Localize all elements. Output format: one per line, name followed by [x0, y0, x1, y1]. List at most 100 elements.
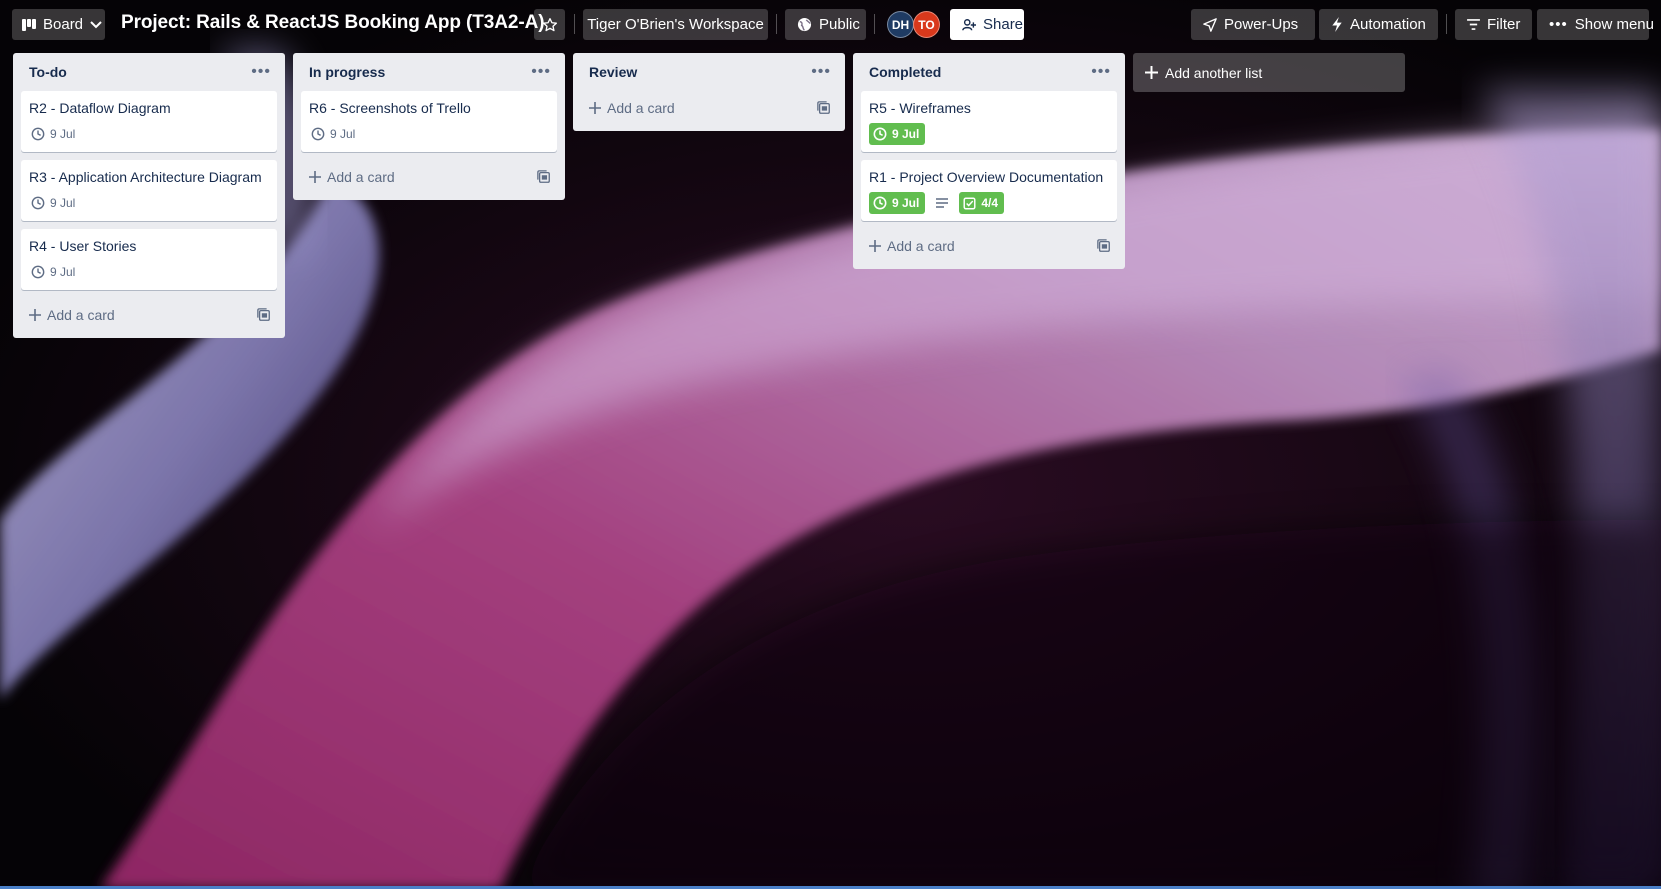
- card[interactable]: R1 - Project Overview Documentation 9 Ju…: [861, 160, 1117, 221]
- list-title[interactable]: To-do: [29, 64, 67, 80]
- show-menu-button[interactable]: ••• Show menu: [1537, 9, 1654, 40]
- filter-icon: [1467, 19, 1480, 30]
- list-to-do: To-do ••• R2 - Dataflow Diagram 9 Jul R3…: [13, 53, 285, 338]
- add-card-button[interactable]: Add a card: [309, 169, 395, 185]
- board-title[interactable]: Project: Rails & ReactJS Booking App (T3…: [121, 12, 545, 34]
- list-title[interactable]: Review: [589, 64, 637, 80]
- create-from-template-icon[interactable]: [257, 308, 271, 322]
- card[interactable]: R4 - User Stories 9 Jul: [21, 229, 277, 290]
- due-date: 9 Jul: [50, 196, 76, 210]
- due-date-complete-badge[interactable]: 9 Jul: [869, 123, 926, 145]
- list-title[interactable]: Completed: [869, 64, 941, 80]
- automation-button[interactable]: Automation: [1319, 9, 1438, 40]
- card[interactable]: R3 - Application Architecture Diagram 9 …: [21, 160, 277, 221]
- add-card-button[interactable]: Add a card: [869, 238, 955, 254]
- clock-icon: [873, 196, 887, 210]
- more-dots-icon: •••: [1549, 16, 1568, 33]
- description-icon: [936, 198, 949, 208]
- globe-icon: [797, 17, 812, 32]
- add-card-label: Add a card: [327, 169, 395, 185]
- power-ups-button[interactable]: Power-Ups: [1191, 9, 1315, 40]
- add-another-list-button[interactable]: Add another list: [1133, 53, 1405, 92]
- list-menu-icon[interactable]: •••: [1091, 64, 1111, 80]
- filter-button[interactable]: Filter: [1455, 9, 1532, 40]
- list-menu-icon[interactable]: •••: [531, 64, 551, 80]
- add-card-row: Add a card: [301, 160, 557, 194]
- card-badges: 9 Jul: [29, 260, 269, 284]
- plus-icon: [1145, 66, 1158, 79]
- clock-icon: [311, 127, 325, 141]
- card-title: R3 - Application Architecture Diagram: [29, 169, 262, 185]
- board-view-icon: [22, 18, 36, 31]
- list-header: Completed •••: [861, 53, 1117, 91]
- plus-icon: [29, 309, 41, 321]
- star-icon: [542, 17, 557, 31]
- rocket-icon: [1203, 17, 1217, 32]
- board-view-switcher[interactable]: Board: [12, 9, 105, 40]
- add-card-button[interactable]: Add a card: [589, 100, 675, 116]
- plus-icon: [309, 171, 321, 183]
- card-badges: 9 Jul: [29, 122, 269, 146]
- board-view-label: Board: [43, 16, 84, 33]
- list-menu-icon[interactable]: •••: [251, 64, 271, 80]
- due-date: 9 Jul: [330, 127, 356, 141]
- board-header: Board Project: Rails & ReactJS Booking A…: [0, 0, 1661, 50]
- list-menu-icon[interactable]: •••: [811, 64, 831, 80]
- star-button[interactable]: [534, 9, 565, 40]
- add-card-label: Add a card: [607, 100, 675, 116]
- list-header: In progress •••: [301, 53, 557, 91]
- checkbox-icon: [963, 196, 976, 210]
- create-from-template-icon[interactable]: [1097, 239, 1111, 253]
- card-title: R1 - Project Overview Documentation: [869, 169, 1104, 185]
- create-from-template-icon[interactable]: [537, 170, 551, 184]
- clock-icon: [31, 265, 45, 279]
- card-title: R4 - User Stories: [29, 238, 137, 254]
- due-date-badge[interactable]: 9 Jul: [29, 192, 77, 214]
- list-title[interactable]: In progress: [309, 64, 385, 80]
- list-completed: Completed ••• R5 - Wireframes 9 Jul R1 -…: [853, 53, 1125, 269]
- list-review: Review ••• Add a card: [573, 53, 845, 131]
- card[interactable]: R5 - Wireframes 9 Jul: [861, 91, 1117, 152]
- power-ups-label: Power-Ups: [1224, 16, 1299, 33]
- share-button[interactable]: Share: [950, 9, 1024, 40]
- filter-label: Filter: [1487, 16, 1521, 33]
- header-divider: [574, 14, 575, 34]
- member-avatar[interactable]: TO: [913, 11, 940, 38]
- add-card-label: Add a card: [887, 238, 955, 254]
- card-badges: 9 Jul: [869, 122, 1109, 146]
- add-card-row: Add a card: [581, 91, 837, 125]
- workspace-button[interactable]: Tiger O'Brien's Workspace: [583, 9, 768, 40]
- card[interactable]: R2 - Dataflow Diagram 9 Jul: [21, 91, 277, 152]
- share-label: Share: [983, 16, 1024, 33]
- create-from-template-icon[interactable]: [817, 101, 831, 115]
- clock-icon: [873, 127, 887, 141]
- due-date-badge[interactable]: 9 Jul: [29, 261, 77, 283]
- header-divider: [1446, 14, 1447, 34]
- clock-icon: [31, 127, 45, 141]
- due-date-complete-badge[interactable]: 9 Jul: [869, 192, 926, 214]
- list-header: Review •••: [581, 53, 837, 91]
- clock-icon: [31, 196, 45, 210]
- add-card-row: Add a card: [861, 229, 1117, 263]
- visibility-button[interactable]: Public: [785, 9, 866, 40]
- due-date-badge[interactable]: 9 Jul: [309, 123, 357, 145]
- member-avatar[interactable]: DH: [887, 11, 914, 38]
- plus-icon: [589, 102, 601, 114]
- show-menu-label: Show menu: [1574, 16, 1654, 33]
- visibility-label: Public: [819, 16, 860, 33]
- due-date-badge[interactable]: 9 Jul: [29, 123, 77, 145]
- card-title: R2 - Dataflow Diagram: [29, 100, 171, 116]
- add-card-button[interactable]: Add a card: [29, 307, 115, 323]
- card-badges: 9 Jul: [29, 191, 269, 215]
- due-date: 9 Jul: [50, 127, 76, 141]
- due-date: 9 Jul: [892, 196, 920, 210]
- plus-icon: [869, 240, 881, 252]
- list-in-progress: In progress ••• R6 - Screenshots of Trel…: [293, 53, 565, 200]
- card-badges: 9 Jul 4/4: [869, 191, 1109, 215]
- add-card-label: Add a card: [47, 307, 115, 323]
- card[interactable]: R6 - Screenshots of Trello 9 Jul: [301, 91, 557, 152]
- list-header: To-do •••: [21, 53, 277, 91]
- card-title: R5 - Wireframes: [869, 100, 971, 116]
- chevron-down-icon: [90, 20, 102, 28]
- card-badges: 9 Jul: [309, 122, 549, 146]
